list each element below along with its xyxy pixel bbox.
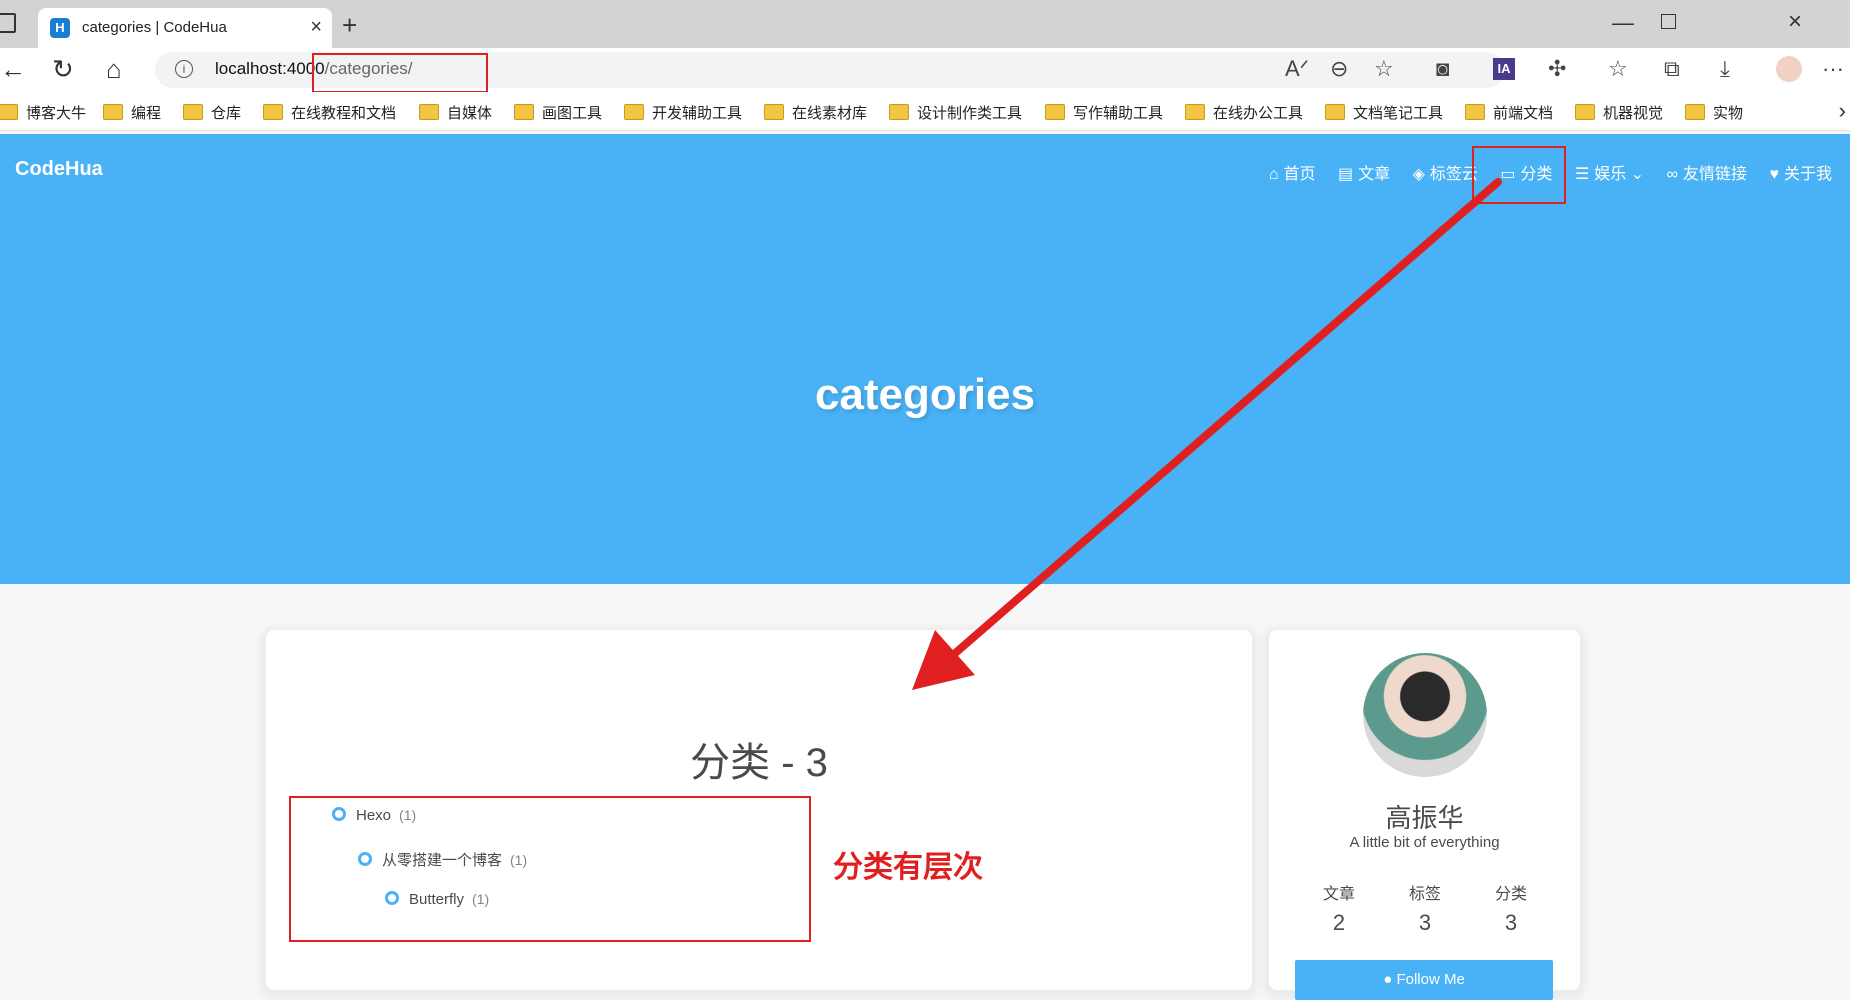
annotation-arrow [912, 178, 1502, 690]
